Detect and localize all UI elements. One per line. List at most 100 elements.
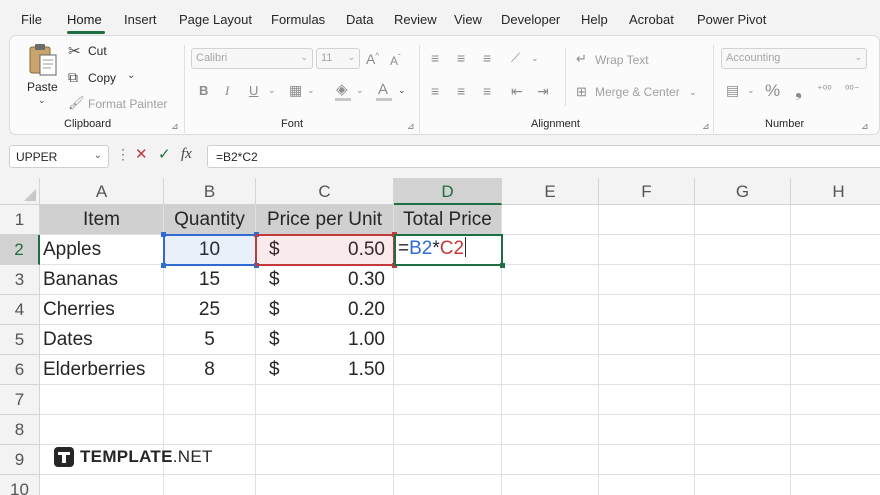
font-name-select[interactable]: Calibri ⌄ (191, 48, 313, 69)
empty-cell[interactable] (599, 235, 695, 265)
empty-cell[interactable] (695, 235, 791, 265)
cell-b1[interactable]: Quantity (164, 205, 256, 235)
row-header-8[interactable]: 8 (0, 415, 40, 445)
column-header-d[interactable]: D (394, 178, 502, 205)
tab-acrobat[interactable]: Acrobat (629, 12, 674, 27)
font-color-icon[interactable]: A (378, 82, 388, 97)
borders-icon[interactable]: ▦ (289, 83, 302, 97)
cell-b4[interactable]: 25 (164, 295, 256, 325)
empty-cell[interactable] (599, 415, 695, 445)
empty-cell[interactable] (40, 415, 164, 445)
tab-view[interactable]: View (454, 12, 482, 27)
column-header-e[interactable]: E (502, 178, 599, 205)
wrap-text-button[interactable]: Wrap Text (595, 53, 649, 67)
align-middle-icon[interactable]: ≡ (457, 51, 465, 65)
empty-cell[interactable] (791, 445, 880, 475)
column-header-a[interactable]: A (40, 178, 164, 205)
cancel-icon[interactable]: ✕ (135, 147, 148, 162)
enter-icon[interactable]: ✓ (158, 147, 171, 162)
cell-h1[interactable] (791, 205, 880, 235)
empty-cell[interactable] (695, 325, 791, 355)
cell-f1[interactable] (599, 205, 695, 235)
orientation-icon[interactable]: ⟋ (511, 51, 520, 64)
decrease-indent-icon[interactable]: ⇤ (511, 84, 523, 98)
tab-developer[interactable]: Developer (501, 12, 560, 27)
chevron-down-icon[interactable]: ⌄ (531, 54, 539, 63)
empty-cell[interactable] (394, 475, 502, 495)
fill-color-icon[interactable]: ◈ (336, 82, 348, 97)
row-header-5[interactable]: 5 (0, 325, 40, 355)
cell-a3[interactable]: Bananas (40, 265, 164, 295)
empty-cell[interactable] (40, 385, 164, 415)
cell-c1[interactable]: Price per Unit (256, 205, 394, 235)
empty-cell[interactable] (695, 355, 791, 385)
cell-b5[interactable]: 5 (164, 325, 256, 355)
chevron-down-icon[interactable]: ⌄ (747, 86, 755, 95)
active-cell-d2[interactable]: =B2*C2 (394, 234, 503, 266)
empty-cell[interactable] (599, 295, 695, 325)
increase-decimal-icon[interactable]: ⁺⁰⁰ (817, 85, 832, 96)
empty-cell[interactable] (695, 475, 791, 495)
align-top-icon[interactable]: ≡ (431, 51, 439, 65)
empty-cell[interactable] (695, 295, 791, 325)
empty-cell[interactable] (599, 445, 695, 475)
row-header-2[interactable]: 2 (0, 235, 40, 265)
empty-cell[interactable] (502, 355, 599, 385)
empty-cell[interactable] (791, 325, 880, 355)
cell-g1[interactable] (695, 205, 791, 235)
tab-review[interactable]: Review (394, 12, 437, 27)
empty-cell[interactable] (502, 265, 599, 295)
cell-b6[interactable]: 8 (164, 355, 256, 385)
dialog-launcher-icon[interactable]: ⊿ (702, 121, 710, 132)
chevron-down-icon[interactable]: ⌄ (398, 86, 406, 95)
empty-cell[interactable] (256, 475, 394, 495)
paste-button[interactable]: Paste ⌄ (24, 42, 60, 108)
empty-cell[interactable] (164, 385, 256, 415)
empty-cell[interactable] (394, 265, 502, 295)
formula-input[interactable]: =B2*C2 (207, 145, 880, 168)
empty-cell[interactable] (695, 265, 791, 295)
empty-cell[interactable] (695, 385, 791, 415)
empty-cell[interactable] (502, 325, 599, 355)
percent-icon[interactable]: % (765, 82, 780, 99)
empty-cell[interactable] (502, 475, 599, 495)
column-header-h[interactable]: H (791, 178, 880, 205)
tab-power-pivot[interactable]: Power Pivot (697, 12, 766, 27)
italic-icon[interactable]: I (225, 84, 229, 97)
cell-a1[interactable]: Item (40, 205, 164, 235)
column-header-c[interactable]: C (256, 178, 394, 205)
tab-help[interactable]: Help (581, 12, 608, 27)
more-options-icon[interactable]: ⋮ (116, 147, 130, 161)
cell-a2[interactable]: Apples (40, 235, 164, 265)
bold-icon[interactable]: B (199, 84, 208, 97)
insert-function-button[interactable]: fx (181, 147, 192, 162)
chevron-down-icon[interactable]: ⌄ (356, 86, 364, 95)
row-header-10[interactable]: 10 (0, 475, 40, 495)
chevron-down-icon[interactable]: ⌄ (307, 86, 315, 95)
chevron-down-icon[interactable]: ⌄ (689, 88, 697, 97)
dialog-launcher-icon[interactable]: ⊿ (861, 121, 869, 132)
increase-indent-icon[interactable]: ⇥ (537, 84, 549, 98)
reference-handle[interactable] (161, 232, 166, 237)
tab-insert[interactable]: Insert (124, 12, 157, 27)
tab-formulas[interactable]: Formulas (271, 12, 325, 27)
cell-c3[interactable]: $0.30 (256, 265, 394, 295)
empty-cell[interactable] (394, 385, 502, 415)
increase-font-icon[interactable]: A^ (366, 52, 379, 66)
empty-cell[interactable] (394, 445, 502, 475)
empty-cell[interactable] (164, 475, 256, 495)
tab-page-layout[interactable]: Page Layout (179, 12, 252, 27)
empty-cell[interactable] (599, 355, 695, 385)
empty-cell[interactable] (791, 265, 880, 295)
empty-cell[interactable] (791, 475, 880, 495)
row-header-6[interactable]: 6 (0, 355, 40, 385)
empty-cell[interactable] (791, 385, 880, 415)
empty-cell[interactable] (791, 295, 880, 325)
empty-cell[interactable] (791, 235, 880, 265)
column-header-b[interactable]: B (164, 178, 256, 205)
column-header-g[interactable]: G (695, 178, 791, 205)
empty-cell[interactable] (791, 355, 880, 385)
tab-home[interactable]: Home (67, 12, 102, 27)
name-box[interactable]: UPPER ⌄ (9, 145, 109, 168)
fill-handle[interactable] (500, 263, 505, 268)
